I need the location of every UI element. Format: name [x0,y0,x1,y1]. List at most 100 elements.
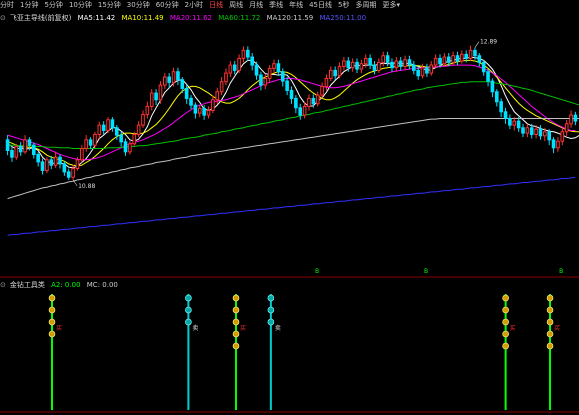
candle [307,97,311,107]
candle [381,55,386,63]
candle [324,77,329,87]
signal-dot [232,342,240,350]
candle [350,61,355,69]
candle [66,171,71,178]
candle [390,61,394,69]
signal-label: 买 [510,324,516,332]
candle [416,69,420,77]
candle [315,94,320,105]
signal-dot [267,294,275,302]
signal-dot [232,330,240,338]
candle [394,60,399,69]
candle [556,140,560,149]
candle [516,120,521,129]
candle [289,89,294,99]
signal-label: 卖 [192,325,198,332]
candle [250,56,254,66]
candle [473,49,477,57]
candle [106,119,110,131]
candle [75,159,80,170]
signal-dot [546,294,554,302]
candle [27,139,32,146]
candle [455,55,460,62]
signal-label: 买 [56,324,62,332]
candle [543,131,547,137]
candle [267,67,272,79]
candle [398,60,403,67]
candle [337,65,342,77]
candle [228,64,233,74]
candle [84,139,89,150]
candle [163,76,167,86]
price-annotation: 10.88 [78,183,95,190]
candle [18,145,23,153]
candle [477,55,482,63]
candle [10,150,14,158]
candle [167,76,172,83]
candle [145,105,150,115]
candle [176,71,180,81]
candle [433,57,438,66]
candle [158,84,163,101]
candle [320,85,324,96]
candle [123,141,128,153]
candle [14,145,19,158]
candle [5,139,10,152]
candle [355,61,359,70]
candle [311,97,316,105]
candle [128,143,132,153]
signal-dot [546,342,554,350]
kline-chart[interactable]: 10.88 12.89 B B B 买 卖 买 卖 买 买 [0,0,579,415]
signal-label: 买 [240,324,246,332]
candle [40,161,45,172]
candle [411,64,416,71]
candle [481,61,486,73]
candle [294,97,298,109]
candle [403,59,407,67]
candle [442,56,447,65]
candle [71,168,75,178]
candle [503,111,508,119]
candle [359,63,364,70]
candle [58,156,62,165]
candle [280,71,285,82]
candle [490,80,495,93]
candle [573,114,578,122]
candle [464,53,469,59]
candle [368,57,372,66]
candle [211,99,215,111]
candle [486,71,490,82]
candle [534,128,538,135]
candle [97,124,102,135]
signal-dot [232,306,240,314]
candle [114,127,119,136]
candle [193,104,198,114]
signal-dot [267,306,275,314]
candle [429,64,434,74]
candle [62,163,67,173]
candle [285,80,289,91]
candle [241,49,246,59]
candle [232,64,237,71]
signal-dot [48,306,56,314]
candle [438,57,442,65]
candle [529,127,534,135]
candle [263,77,268,86]
candle [512,120,517,126]
candle [31,144,36,156]
candle [136,124,141,135]
candle [407,59,412,66]
ma20-line [7,64,576,161]
buy-marker: B [315,268,319,275]
candle [206,109,211,116]
candle [377,61,381,71]
candle [446,56,451,63]
candle [333,69,337,77]
candle [551,139,556,149]
signal-dot [502,294,509,302]
signal-dot [232,318,240,326]
candle [494,91,499,103]
candle [119,134,123,143]
candle [49,159,54,166]
signal-dot [48,294,56,302]
